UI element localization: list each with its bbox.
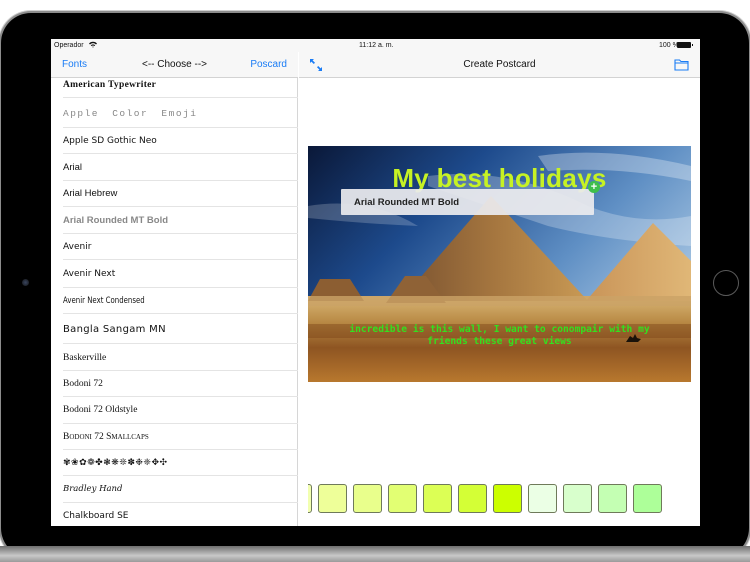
font-name: Bangla Sangam MN <box>63 323 166 335</box>
font-list-item[interactable]: Avenir <box>51 234 298 261</box>
font-name-ornaments: ✾❀✿❁✤❃❋❊✽❉❈✥✣ <box>63 458 168 469</box>
color-palette[interactable] <box>308 482 691 516</box>
font-name: Bodoni 72 <box>63 378 103 389</box>
font-list[interactable]: American Typewriter Apple Color Emoji Ap… <box>51 78 298 526</box>
color-swatch[interactable] <box>423 484 452 513</box>
postcard-canvas[interactable]: My best holidays Arial Rounded MT Bold +… <box>308 146 691 382</box>
font-list-item[interactable]: Apple Color Emoji <box>51 98 298 128</box>
color-swatch[interactable] <box>388 484 417 513</box>
font-name: Arial Rounded MT Bold <box>63 214 169 226</box>
font-name: Bodoni 72 Oldstyle <box>63 405 138 416</box>
font-name: Arial <box>63 162 83 174</box>
font-name: Bradley Hand <box>63 484 123 495</box>
carrier-label: Operador <box>54 42 84 49</box>
font-chooser-nav-bar: Fonts <-- Choose --> Poscard <box>51 52 298 78</box>
poscard-button[interactable]: Poscard <box>250 59 287 70</box>
clock: 11:12 a. m. <box>359 42 394 49</box>
postcard-caption-text[interactable]: incredible is this wall, I want to conom… <box>338 324 661 348</box>
font-list-item-selected[interactable]: Arial Rounded MT Bold <box>51 207 298 234</box>
camera-icon <box>22 279 29 286</box>
font-list-item[interactable]: Bangla Sangam MN <box>51 314 298 345</box>
font-list-item[interactable]: Baskerville <box>51 344 298 372</box>
wifi-icon <box>89 41 97 50</box>
font-list-item[interactable]: Bodoni 72 Smallcaps <box>51 424 298 451</box>
color-swatch[interactable] <box>598 484 627 513</box>
color-swatch[interactable] <box>563 484 592 513</box>
postcard-editor-pane: Create Postcard My best holidays Arial R… <box>299 52 700 526</box>
font-name: Baskerville <box>63 352 107 363</box>
font-name: Chalkboard SE <box>63 510 129 521</box>
font-list-item[interactable]: Arial <box>51 154 298 182</box>
font-list-item[interactable]: Avenir Next Condensed <box>51 288 298 315</box>
font-list-item[interactable]: Bodoni 72 <box>51 371 298 398</box>
ipad-frame-edge <box>0 546 750 562</box>
home-button[interactable] <box>713 270 739 296</box>
font-name: Apple SD Gothic Neo <box>63 136 157 147</box>
add-text-handle-icon[interactable]: + <box>588 181 600 193</box>
folder-icon[interactable] <box>674 58 689 71</box>
font-list-item[interactable]: Chalkboard SE <box>51 503 298 526</box>
font-name: American Typewriter <box>63 80 157 90</box>
battery-icon <box>677 42 693 48</box>
font-name: Bodoni 72 Smallcaps <box>63 431 149 442</box>
font-list-item[interactable]: American Typewriter <box>51 78 298 98</box>
color-swatch[interactable] <box>633 484 662 513</box>
postcard-nav-bar: Create Postcard <box>299 52 700 78</box>
font-name: Arial Hebrew <box>63 188 118 200</box>
status-bar: Operador 11:12 a. m. 100 % <box>51 39 700 52</box>
font-chooser-pane: Fonts <-- Choose --> Poscard American Ty… <box>51 52 298 526</box>
font-name: Apple Color Emoji <box>63 107 198 119</box>
font-list-item[interactable]: Arial Hebrew <box>51 181 298 208</box>
postcard-title-header: Create Postcard <box>463 59 536 70</box>
font-name: Avenir Next <box>63 268 116 279</box>
color-swatch[interactable] <box>528 484 557 513</box>
selected-font-tooltip: Arial Rounded MT Bold <box>341 189 594 215</box>
font-list-item[interactable]: ✾❀✿❁✤❃❋❊✽❉❈✥✣ <box>51 450 298 477</box>
battery-percentage: 100 % <box>659 42 679 49</box>
color-swatch[interactable] <box>353 484 382 513</box>
font-list-item[interactable]: Avenir Next <box>51 260 298 288</box>
color-swatch[interactable] <box>308 484 312 513</box>
color-swatch[interactable] <box>458 484 487 513</box>
font-list-item[interactable]: Bodoni 72 Oldstyle <box>51 397 298 424</box>
font-list-item[interactable]: Bradley Hand <box>51 476 298 504</box>
font-list-item[interactable]: Apple SD Gothic Neo <box>51 128 298 155</box>
font-name: Avenir <box>63 241 92 252</box>
font-name: Avenir Next Condensed <box>63 296 145 307</box>
screen: Operador 11:12 a. m. 100 % Fonts <-- Cho… <box>51 39 700 526</box>
color-swatch[interactable] <box>318 484 347 513</box>
color-swatch[interactable] <box>493 484 522 513</box>
